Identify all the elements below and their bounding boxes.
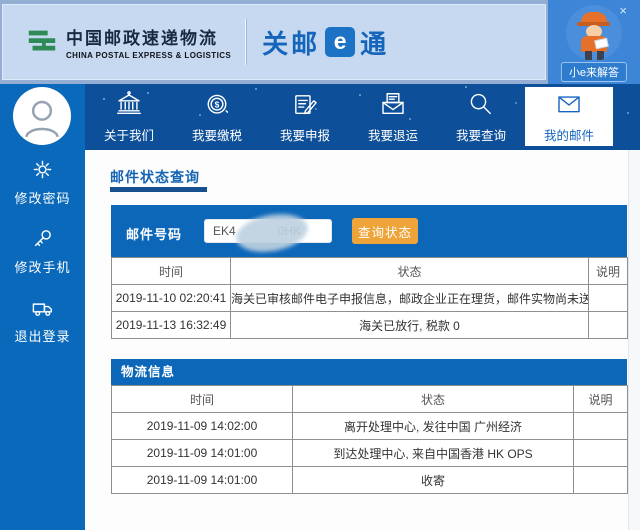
nav-item-label: 我要查询: [456, 125, 506, 144]
table-row: 2019-11-13 16:32:49海关已放行, 税款 0: [112, 312, 628, 339]
nav-item-bank[interactable]: 关于我们: [85, 84, 173, 150]
table-cell: [589, 285, 628, 312]
scrollbar-track[interactable]: [628, 150, 640, 530]
nav-item-label: 我要退运: [368, 125, 418, 144]
title-underline: [110, 187, 207, 192]
logo-text: 中国邮政速递物流 CHINA POSTAL EXPRESS & LOGISTIC…: [66, 24, 231, 60]
column-header: 时间: [112, 386, 293, 413]
nav-item-label: 关于我们: [104, 125, 154, 144]
logo-en: CHINA POSTAL EXPRESS & LOGISTICS: [66, 51, 231, 60]
query-status-button[interactable]: 查询状态: [352, 218, 418, 244]
mail-query-panel: 邮件号码 EK4 0HK 查询状态: [111, 205, 627, 257]
app-window: 中国邮政速递物流 CHINA POSTAL EXPRESS & LOGISTIC…: [0, 0, 640, 530]
customs-status-table: 时间状态说明2019-11-10 02:20:41海关已审核邮件电子申报信息，邮…: [111, 257, 628, 339]
logistics-table: 时间状态说明2019-11-09 14:02:00离开处理中心, 发往中国 广州…: [111, 385, 628, 494]
table-cell: 收寄: [293, 467, 574, 494]
table-row: 2019-11-09 14:02:00离开处理中心, 发往中国 广州经济: [112, 413, 628, 440]
sidebar-item-truck[interactable]: 退出登录: [14, 296, 70, 345]
table-cell: 2019-11-13 16:32:49: [112, 312, 231, 339]
table-cell: 海关已放行, 税款 0: [231, 312, 589, 339]
table-cell: 海关已审核邮件电子申报信息，邮政企业正在理货，邮件实物尚未送交海关: [231, 285, 589, 312]
column-header: 说明: [589, 258, 628, 285]
nav-item-mail[interactable]: 我的邮件: [525, 87, 613, 146]
page-title: 邮件状态查询: [110, 167, 200, 187]
mail-number-prefix: EK4: [213, 224, 236, 238]
close-icon[interactable]: ×: [619, 3, 627, 18]
brand-guanyou-etong: 关邮 e 通: [262, 24, 389, 61]
brand-part2: 通: [360, 24, 389, 61]
table-cell: 2019-11-10 02:20:41: [112, 285, 231, 312]
mail-number-label: 邮件号码: [126, 224, 182, 243]
sidebar-item-gear[interactable]: 修改密码: [14, 158, 70, 207]
bank-icon: [114, 90, 144, 120]
table-cell: [574, 467, 628, 494]
nav-item-label: 我要申报: [280, 125, 330, 144]
nav-item-coin[interactable]: 我要缴税: [173, 84, 261, 150]
header-divider: [245, 19, 246, 65]
table-cell: 到达处理中心, 来自中国香港 HK OPS: [293, 440, 574, 467]
e-badge-icon: e: [325, 27, 355, 57]
assistant-panel: × 小e来解答: [548, 0, 640, 88]
table-cell: 离开处理中心, 发往中国 广州经济: [293, 413, 574, 440]
sidebar-item-label: 修改密码: [14, 188, 70, 207]
brand-part1: 关邮: [262, 24, 320, 61]
china-post-logo: 中国邮政速递物流 CHINA POSTAL EXPRESS & LOGISTIC…: [25, 24, 231, 60]
header-panel: 中国邮政速递物流 CHINA POSTAL EXPRESS & LOGISTIC…: [2, 4, 546, 80]
table-row: 2019-11-10 02:20:41海关已审核邮件电子申报信息，邮政企业正在理…: [112, 285, 628, 312]
gear-icon: [31, 158, 54, 181]
sidebar-menu: 修改密码修改手机退出登录: [0, 158, 85, 365]
nav-item-declare[interactable]: 我要申报: [261, 84, 349, 150]
table-cell: [589, 312, 628, 339]
nav-item-search[interactable]: 我要查询: [437, 84, 525, 150]
search-icon: [466, 90, 496, 120]
key-icon: [31, 227, 54, 250]
table-row: 2019-11-09 14:01:00收寄: [112, 467, 628, 494]
declare-icon: [290, 90, 320, 120]
avatar[interactable]: [13, 87, 71, 145]
table-cell: [574, 413, 628, 440]
column-header: 时间: [112, 258, 231, 285]
return-mail-icon: [378, 90, 408, 120]
table-cell: 2019-11-09 14:02:00: [112, 413, 293, 440]
sidebar-item-label: 退出登录: [14, 326, 70, 345]
logo-cn: 中国邮政速递物流: [66, 24, 231, 49]
table-cell: 2019-11-09 14:01:00: [112, 467, 293, 494]
sidebar-item-key[interactable]: 修改手机: [14, 227, 70, 276]
nav-item-label: 我要缴税: [192, 125, 242, 144]
coin-icon: [202, 90, 232, 120]
truck-icon: [31, 296, 54, 319]
privacy-blur-overlay: [233, 209, 310, 257]
assistant-label[interactable]: 小e来解答: [561, 62, 627, 82]
mascot-avatar[interactable]: [566, 5, 622, 61]
nav-item-return-mail[interactable]: 我要退运: [349, 84, 437, 150]
table-cell: [574, 440, 628, 467]
header-bar: 中国邮政速递物流 CHINA POSTAL EXPRESS & LOGISTIC…: [0, 0, 640, 84]
nav-item-label: 我的邮件: [544, 125, 594, 144]
main-content: 邮件状态查询 邮件号码 EK4 0HK 查询状态 时间状态说明2019-11-1…: [85, 150, 640, 530]
logistics-section-header: 物流信息: [111, 359, 627, 385]
column-header: 状态: [293, 386, 574, 413]
top-navigation: 关于我们 我要缴税 我要申报 我要退运 我要查询 我的邮件: [85, 84, 640, 150]
column-header: 状态: [231, 258, 589, 285]
table-cell: 2019-11-09 14:01:00: [112, 440, 293, 467]
sidebar-item-label: 修改手机: [14, 257, 70, 276]
sidebar: 修改密码修改手机退出登录: [0, 84, 85, 530]
table-row: 2019-11-09 14:01:00到达处理中心, 来自中国香港 HK OPS: [112, 440, 628, 467]
column-header: 说明: [574, 386, 628, 413]
mail-icon: [554, 90, 584, 120]
postal-emblem-icon: [25, 25, 59, 59]
